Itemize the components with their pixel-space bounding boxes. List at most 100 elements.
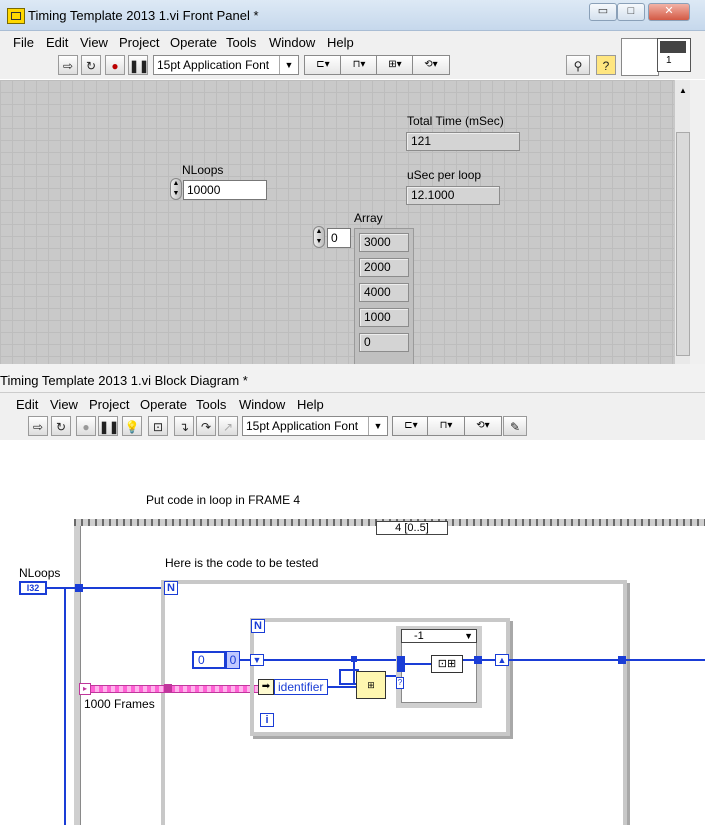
- nloops-increment-icon[interactable]: ▲ ▼: [170, 178, 182, 200]
- connector-pane-number: 1: [666, 55, 672, 66]
- connector-pane-graphic: [660, 41, 686, 53]
- reorder-icon[interactable]: ⟲▾: [464, 416, 502, 436]
- menu-edit[interactable]: Edit: [46, 35, 68, 50]
- bd-menu-tools[interactable]: Tools: [196, 397, 226, 412]
- array-element: 2000: [359, 258, 409, 277]
- outer-loop-count-terminal[interactable]: N: [164, 581, 178, 595]
- bd-menu-help[interactable]: Help: [297, 397, 324, 412]
- bd-font-selector[interactable]: 15pt Application Font ▼: [242, 416, 388, 436]
- resize-objects-icon[interactable]: ⊞▾: [376, 55, 414, 75]
- abort-icon[interactable]: ●: [105, 55, 125, 75]
- array-element: 4000: [359, 283, 409, 302]
- compare-subvi-icon[interactable]: ⊞: [356, 671, 386, 699]
- bd-menu-operate[interactable]: Operate: [140, 397, 187, 412]
- nloops-terminal[interactable]: I32: [19, 581, 47, 595]
- maximize-button[interactable]: □: [617, 3, 645, 21]
- array-index-increment-icon[interactable]: ▲ ▼: [313, 226, 325, 248]
- init-indicator: 0: [226, 651, 240, 669]
- front-panel-title-bar: Timing Template 2013 1.vi Front Panel * …: [0, 0, 705, 31]
- case-input-tunnel: [397, 656, 405, 672]
- run-arrow-icon[interactable]: ⇨: [28, 416, 48, 436]
- block-diagram-canvas[interactable]: Put code in loop in FRAME 4 4 [0..5] NLo…: [0, 440, 705, 825]
- array-index-control[interactable]: 0: [327, 228, 351, 248]
- sequence-selector-label: 4 [0..5]: [395, 522, 429, 534]
- chevron-down-icon: ▼: [368, 417, 387, 435]
- bd-menu-view[interactable]: View: [50, 397, 78, 412]
- iteration-terminal: i: [260, 713, 274, 727]
- pause-icon[interactable]: ❚❚: [128, 55, 149, 75]
- wire: [509, 659, 705, 661]
- array-element: 1000: [359, 308, 409, 327]
- outer-loop-tunnel: [618, 656, 626, 664]
- step-over-icon[interactable]: ↷: [196, 416, 216, 436]
- menu-file[interactable]: File: [13, 35, 34, 50]
- total-time-indicator: 121: [406, 132, 520, 151]
- bd-menu-project[interactable]: Project: [89, 397, 129, 412]
- identifier-node-arrow-icon: ➡: [258, 679, 274, 695]
- step-into-icon[interactable]: ↴: [174, 416, 194, 436]
- front-panel-canvas[interactable]: Total Time (mSec) 121 uSec per loop 12.1…: [0, 80, 674, 366]
- help-icon[interactable]: ?: [596, 55, 616, 75]
- sequence-selector[interactable]: 4 [0..5]: [376, 521, 448, 535]
- total-time-label: Total Time (mSec): [407, 114, 504, 128]
- retain-wire-values-icon[interactable]: ⊡: [148, 416, 168, 436]
- run-continuously-icon[interactable]: ↻: [51, 416, 71, 436]
- wire: [405, 663, 431, 665]
- menu-view[interactable]: View: [80, 35, 108, 50]
- connector-pane-icon[interactable]: 1: [657, 38, 691, 72]
- close-button[interactable]: ✕: [648, 3, 690, 21]
- frames-tunnel: [164, 684, 172, 692]
- pause-icon[interactable]: ❚❚: [98, 416, 119, 436]
- window-border: [690, 80, 705, 364]
- scroll-up-icon[interactable]: ▲: [679, 86, 687, 95]
- case-selector[interactable]: -1 ▼: [401, 629, 477, 643]
- run-continuously-icon[interactable]: ↻: [81, 55, 101, 75]
- front-panel-vertical-scrollbar[interactable]: ▲: [674, 80, 691, 364]
- comment-put-code: Put code in loop in FRAME 4: [146, 493, 301, 507]
- case-selector-label: -1: [414, 630, 424, 642]
- menu-operate[interactable]: Operate: [170, 35, 217, 50]
- init-indicator-value: 0: [229, 653, 237, 667]
- shift-register-right-icon: ▲: [495, 654, 509, 666]
- block-diagram-toolbar: ⇨ ↻ ● ❚❚ 💡 ⊡ ↴ ↷ ↗ 15pt Application Font…: [0, 414, 705, 440]
- block-diagram-title: Timing Template 2013 1.vi Block Diagram …: [0, 373, 248, 388]
- menu-help[interactable]: Help: [327, 35, 354, 50]
- bd-font-selector-label: 15pt Application Font: [246, 419, 359, 433]
- front-panel-menu-bar: File Edit View Project Operate Tools Win…: [0, 31, 705, 53]
- distribute-objects-icon[interactable]: ⊓▾: [427, 416, 465, 436]
- menu-project[interactable]: Project: [119, 35, 159, 50]
- insert-into-array-icon[interactable]: ⊡⊞: [431, 655, 463, 673]
- scrollbar-thumb[interactable]: [676, 132, 690, 356]
- nloops-terminal-type: I32: [26, 583, 40, 593]
- font-selector[interactable]: 15pt Application Font ▼: [153, 55, 299, 75]
- bd-menu-edit[interactable]: Edit: [16, 397, 38, 412]
- step-out-icon[interactable]: ↗: [218, 416, 238, 436]
- align-objects-icon[interactable]: ⊏▾: [304, 55, 342, 75]
- case-output-tunnel: [474, 656, 482, 664]
- block-diagram-menu-bar: Edit View Project Operate Tools Window H…: [0, 393, 705, 414]
- bd-menu-window[interactable]: Window: [239, 397, 285, 412]
- shift-register-left-icon: ▼: [250, 654, 264, 666]
- wire: [339, 683, 357, 685]
- distribute-objects-icon[interactable]: ⊓▾: [340, 55, 378, 75]
- identifier-node[interactable]: identifier: [274, 679, 328, 695]
- menu-tools[interactable]: Tools: [226, 35, 256, 50]
- inner-loop-count-terminal[interactable]: N: [251, 619, 265, 633]
- nloops-label: NLoops: [182, 163, 224, 177]
- wire: [353, 659, 355, 685]
- vi-icon-pane[interactable]: [621, 38, 659, 76]
- abort-icon[interactable]: ●: [76, 416, 96, 436]
- frames-label: 1000 Frames: [84, 697, 155, 711]
- minimize-button[interactable]: ▭: [589, 3, 617, 21]
- align-objects-icon[interactable]: ⊏▾: [392, 416, 430, 436]
- clean-up-diagram-icon[interactable]: ✎: [503, 416, 527, 436]
- search-icon[interactable]: ⚲: [566, 55, 590, 75]
- run-arrow-icon[interactable]: ⇨: [58, 55, 78, 75]
- nloops-control[interactable]: 10000: [183, 180, 267, 200]
- front-panel-toolbar: ⇨ ↻ ● ❚❚ 15pt Application Font ▼ ⊏▾ ⊓▾ ⊞…: [0, 53, 705, 79]
- highlight-execution-bulb-icon[interactable]: 💡: [122, 416, 142, 436]
- menu-window[interactable]: Window: [269, 35, 315, 50]
- reorder-icon[interactable]: ⟲▾: [412, 55, 450, 75]
- case-selector-terminal-icon: ?: [396, 677, 404, 689]
- init-constant[interactable]: 0: [192, 651, 226, 669]
